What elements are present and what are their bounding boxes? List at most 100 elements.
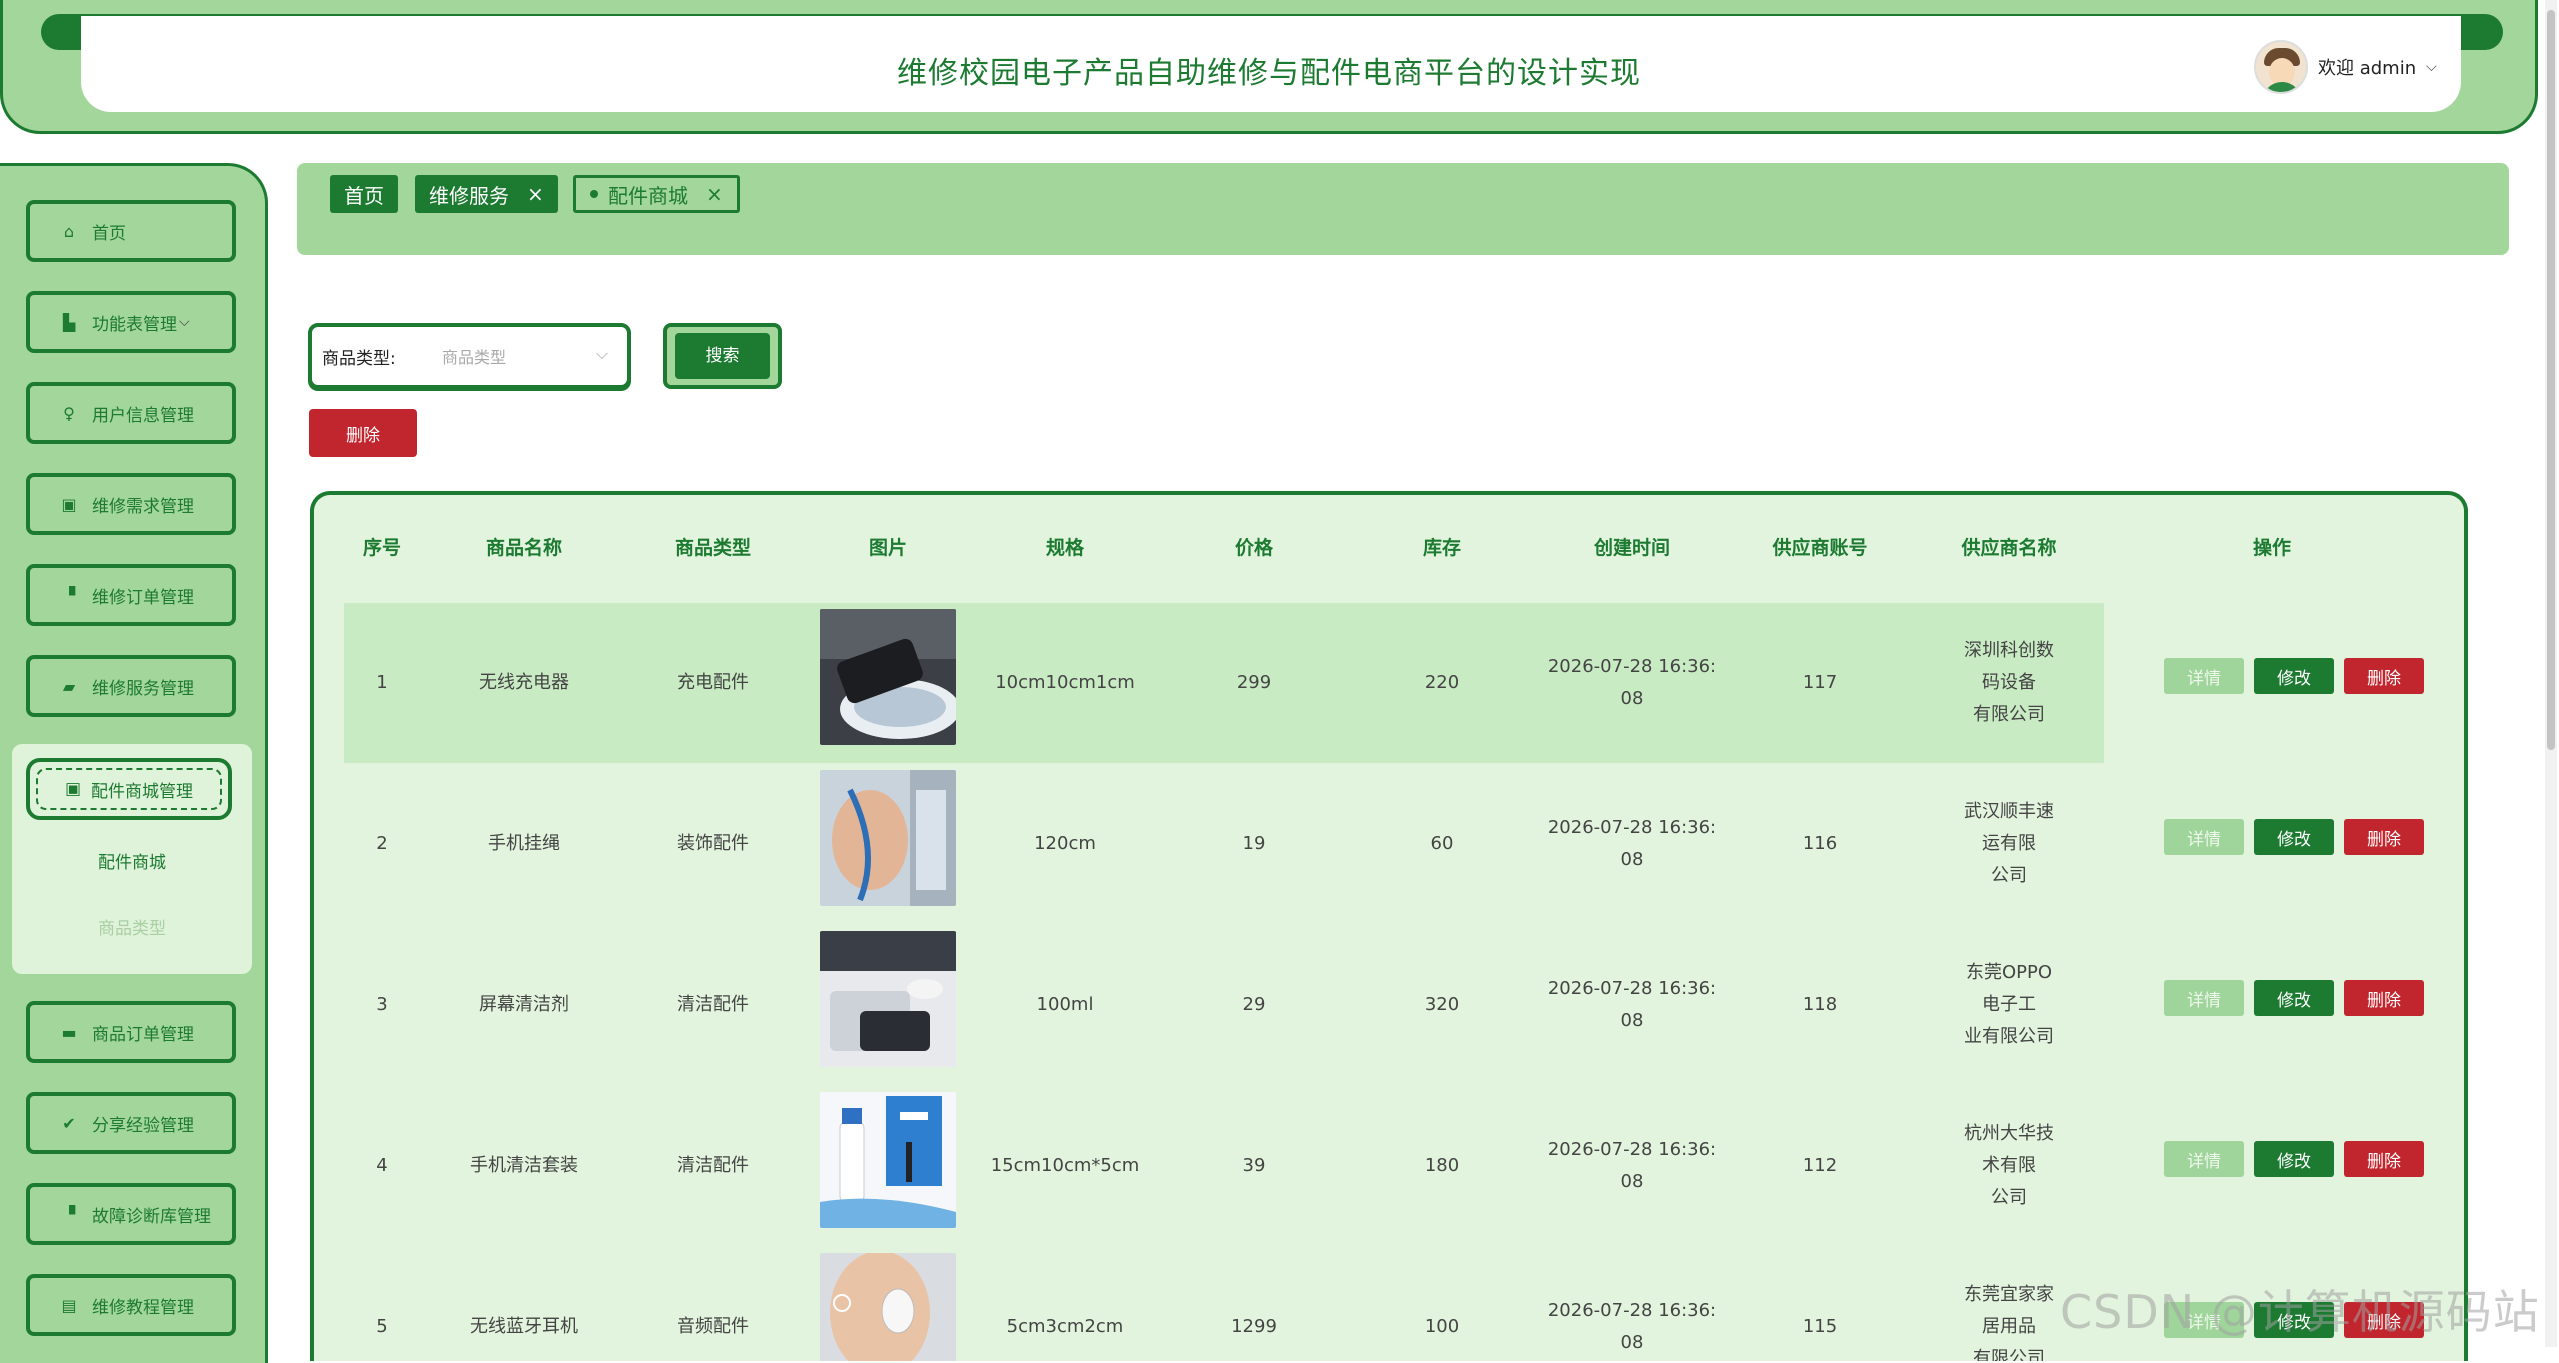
delete-button[interactable]: 删除 [2344, 980, 2424, 1016]
sidebar-item-product-orders[interactable]: ▬ 商品订单管理 [26, 1001, 236, 1063]
edit-button[interactable]: 修改 [2254, 819, 2334, 855]
order-icon: ▝ [62, 585, 76, 605]
detail-button[interactable]: 详情 [2164, 658, 2244, 694]
sub-item-product-type[interactable]: 商品类型 [12, 914, 252, 939]
cell-supplier: 杭州大华技术有限 公司 [1962, 1086, 2057, 1246]
cell-spec: 120cm [1034, 833, 1096, 854]
search-button[interactable]: 搜索 [663, 323, 782, 389]
cell-stock: 180 [1424, 1155, 1460, 1176]
cell-created-time: 2026-07-28 16:36: 08 [1548, 1086, 1716, 1246]
edit-button[interactable]: 修改 [2254, 980, 2334, 1016]
supplier-line: 业有限公司 [1964, 1026, 2054, 1047]
cell-name: 手机清洁套装 [470, 1155, 578, 1176]
product-table: 序号 商品名称 商品类型 图片 规格 价格 库存 创建时间 供应商账号 供应商名… [310, 491, 2468, 1361]
row-actions: 详情 修改 删除 [2164, 819, 2424, 855]
cell-account: 116 [1802, 833, 1838, 854]
bulk-delete-button[interactable]: 删除 [309, 409, 417, 457]
sidebar-item-label: 维修服务管理 [92, 678, 194, 699]
delete-button[interactable]: 删除 [2344, 658, 2424, 694]
supplier-line: 公司 [1991, 865, 2027, 886]
cell-price: 299 [1236, 672, 1272, 693]
avatar [2254, 40, 2308, 94]
cell-stock: 60 [1430, 833, 1454, 854]
sidebar-item-repair-orders[interactable]: ▝ 维修订单管理 [26, 564, 236, 626]
close-icon[interactable]: × [706, 182, 723, 206]
row-actions: 详情 修改 删除 [2164, 658, 2424, 694]
time-line: 08 [1620, 1171, 1644, 1192]
time-line: 08 [1620, 849, 1644, 870]
col-header: 库存 [1422, 537, 1462, 559]
edit-button[interactable]: 修改 [2254, 1141, 2334, 1177]
time-line: 2026-07-28 16:36: [1547, 656, 1717, 677]
edit-button[interactable]: 修改 [2254, 658, 2334, 694]
tab-label: 维修服务 [429, 183, 509, 208]
cell-supplier: 东莞OPPO电子工 业有限公司 [1962, 925, 2057, 1085]
sidebar-item-share-experience[interactable]: ✔ 分享经验管理 [26, 1092, 236, 1154]
tabs-bar: 首页 维修服务 × 配件商城 × [297, 163, 2509, 255]
col-header: 商品类型 [674, 537, 752, 559]
search-button-label: 搜索 [675, 333, 770, 379]
sidebar-item-label: 配件商城管理 [91, 781, 194, 802]
cell-name: 手机挂绳 [488, 833, 560, 854]
search-form: 商品类型: 商品类型 ⌵ [308, 323, 631, 389]
cell-spec: 100ml [1036, 994, 1094, 1015]
chevron-down-icon: ⌵ [2426, 59, 2437, 75]
product-image [820, 609, 956, 745]
row-actions: 详情 修改 删除 [2164, 1141, 2424, 1177]
sidebar-item-home[interactable]: ⌂ 首页 [26, 200, 236, 262]
site-title: 维修校园电子产品自助维修与配件电商平台的设计实现 [897, 56, 1641, 91]
product-image [820, 1253, 956, 1361]
sidebar-item-parts-mall[interactable]: ▣ 配件商城管理 [26, 758, 232, 820]
col-header: 创建时间 [1593, 537, 1671, 559]
sidebar-item-label: 用户信息管理 [92, 405, 194, 426]
supplier-line: 有限公司 [1973, 1348, 2045, 1361]
sidebar-item-repair-requests[interactable]: ▣ 维修需求管理 [26, 473, 236, 535]
user-menu[interactable]: 欢迎 admin ⌵ [2254, 40, 2449, 94]
cell-account: 115 [1802, 1316, 1838, 1337]
chevron-down-icon: ⌵ [595, 344, 608, 363]
cell-no: 3 [376, 994, 388, 1015]
tab-repair-service[interactable]: 维修服务 × [415, 175, 558, 213]
sidebar-item-tutorials[interactable]: ▤ 维修教程管理 [26, 1274, 236, 1336]
cell-account: 118 [1802, 994, 1838, 1015]
sidebar-item-users[interactable]: ♀ 用户信息管理 [26, 382, 236, 444]
sidebar-item-label: 商品订单管理 [92, 1024, 194, 1045]
submenu-parts-mall: ▣ 配件商城管理 配件商城 商品类型 [12, 744, 252, 974]
watermark: CSDN @计算机源码站 [2060, 1285, 2540, 1339]
cell-stock: 320 [1424, 994, 1460, 1015]
time-line: 2026-07-28 16:36: [1547, 817, 1717, 838]
cell-supplier: 东莞宜家家居用品 有限公司 [1962, 1247, 2057, 1361]
select-placeholder: 商品类型 [442, 348, 507, 367]
time-line: 2026-07-28 16:36: [1547, 1139, 1717, 1160]
cell-no: 4 [376, 1155, 388, 1176]
detail-button[interactable]: 详情 [2164, 1141, 2244, 1177]
delete-button[interactable]: 删除 [2344, 819, 2424, 855]
cell-price: 29 [1242, 994, 1266, 1015]
sidebar-item-repair-services[interactable]: ▰ 维修服务管理 [26, 655, 236, 717]
product-image [820, 931, 956, 1067]
detail-button[interactable]: 详情 [2164, 819, 2244, 855]
delete-button[interactable]: 删除 [2344, 1141, 2424, 1177]
home-icon: ⌂ [63, 221, 75, 241]
active-dot-icon [590, 190, 598, 198]
tab-parts-mall[interactable]: 配件商城 × [573, 175, 740, 213]
product-type-select[interactable]: 商品类型 ⌵ [442, 344, 622, 368]
table-row: 2 手机挂绳 装饰配件 120cm 19 60 2026-07-28 16:36… [344, 764, 2424, 924]
sidebar-item-label: 分享经验管理 [92, 1115, 194, 1136]
scrollbar-thumb[interactable] [2547, 10, 2555, 750]
cell-created-time: 2026-07-28 16:36: 08 [1548, 764, 1716, 924]
tab-label: 首页 [344, 183, 384, 208]
chevron-down-icon: ⌵ [179, 314, 190, 330]
sidebar-item-fault-diagnosis[interactable]: ▝ 故障诊断库管理 [26, 1183, 236, 1245]
close-icon[interactable]: × [527, 182, 544, 206]
chip-icon: ▣ [64, 779, 82, 799]
sidebar-item-function-table[interactable]: ▙ 功能表管理 ⌵ [26, 291, 236, 353]
detail-button[interactable]: 详情 [2164, 980, 2244, 1016]
supplier-line: 武汉顺丰速运有限 [1964, 801, 2054, 854]
tab-home[interactable]: 首页 [330, 175, 398, 213]
cell-account: 112 [1802, 1155, 1838, 1176]
col-header: 商品名称 [485, 537, 563, 559]
cell-supplier: 武汉顺丰速运有限公司 [1962, 764, 2057, 924]
cell-name: 屏幕清洁剂 [479, 994, 569, 1015]
sub-item-parts-mall[interactable]: 配件商城 [12, 848, 252, 873]
